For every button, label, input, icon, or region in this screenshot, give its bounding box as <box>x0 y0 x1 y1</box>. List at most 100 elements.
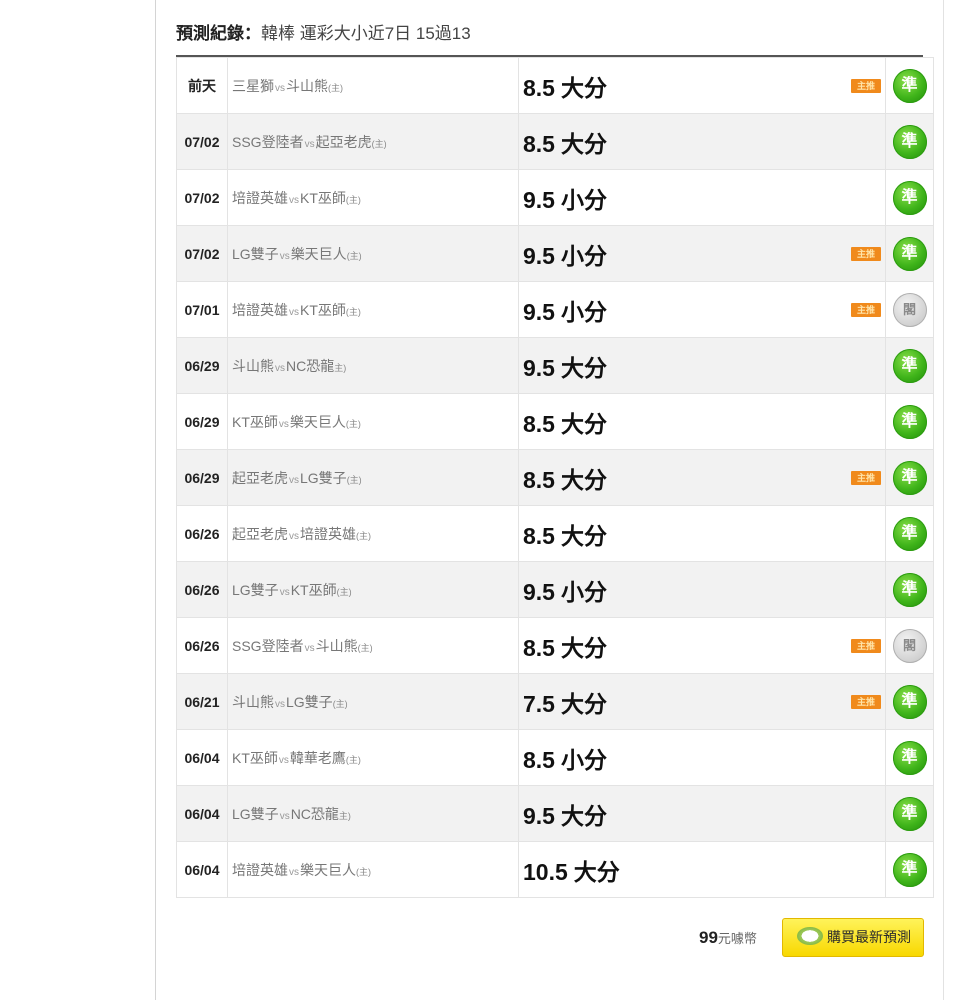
row-result: 準 <box>885 505 934 562</box>
vs-label: vs <box>279 250 290 262</box>
pick-line: 8.5 <box>523 466 555 493</box>
row-pick: 9.5 大分 <box>518 785 886 842</box>
pick-line: 9.5 <box>523 578 555 605</box>
away-team: 起亞老虎 <box>232 525 288 542</box>
table-row: 07/01 培證英雄vsKT巫師(主) 9.5 小分 主推閣 <box>176 281 934 338</box>
table-row: 06/21 斗山熊vsLG雙子(主) 7.5 大分 主推準 <box>176 673 934 730</box>
row-result: 閣 <box>885 281 934 338</box>
home-tag: (主) <box>345 306 361 317</box>
row-result: 準 <box>885 337 934 394</box>
row-result: 準 <box>885 169 934 226</box>
row-date: 06/26 <box>176 561 228 618</box>
row-result: 準 <box>885 673 934 730</box>
row-date: 06/29 <box>176 449 228 506</box>
result-hit-icon: 準 <box>892 516 927 551</box>
content-right-border <box>943 0 944 1000</box>
table-row: 06/04 KT巫師vs韓華老鷹(主) 8.5 小分準 <box>176 729 934 786</box>
vs-label: vs <box>289 530 299 542</box>
row-date: 07/01 <box>176 281 228 338</box>
main-pick-badge: 主推 <box>851 302 881 317</box>
result-hit-icon: 準 <box>892 404 927 439</box>
row-matchup: KT巫師vs樂天巨人(主) <box>227 393 519 450</box>
home-team: KT巫師 <box>300 189 346 206</box>
main-pick-badge: 主推 <box>851 638 881 653</box>
away-team: 培證英雄 <box>232 189 288 206</box>
pick-direction: 大分 <box>560 802 607 829</box>
row-pick: 10.5 大分 <box>518 841 886 898</box>
table-row: 06/26 起亞老虎vs培證英雄(主) 8.5 大分準 <box>176 505 934 562</box>
vs-label: vs <box>289 306 299 318</box>
result-miss-icon: 閣 <box>892 292 927 327</box>
result-hit-icon: 準 <box>892 236 927 271</box>
vs-label: vs <box>275 698 285 710</box>
row-matchup: 斗山熊vsNC恐龍主) <box>227 337 519 394</box>
result-hit-icon: 準 <box>892 852 927 887</box>
vs-label: vs <box>275 82 285 94</box>
pick-direction: 大分 <box>560 690 607 717</box>
vs-label: vs <box>278 418 289 430</box>
home-team: 樂天巨人 <box>290 245 347 262</box>
away-team: LG雙子 <box>232 805 279 822</box>
home-team: 韓華老鷹 <box>289 749 346 766</box>
home-team: NC恐龍 <box>286 357 335 374</box>
heading-label: 預測紀錄： <box>176 24 261 43</box>
pick-direction: 大分 <box>560 522 607 549</box>
home-team: 樂天巨人 <box>300 861 356 878</box>
table-row: 06/29 斗山熊vsNC恐龍主) 9.5 大分準 <box>176 337 934 394</box>
home-tag: 主) <box>334 362 347 373</box>
row-pick: 8.5 大分 主推 <box>518 57 886 114</box>
row-matchup: 培證英雄vsKT巫師(主) <box>227 281 519 338</box>
away-team: LG雙子 <box>232 245 279 262</box>
row-matchup: 培證英雄vsKT巫師(主) <box>227 169 519 226</box>
away-team: 培證英雄 <box>232 861 288 878</box>
home-tag: 主) <box>338 810 351 821</box>
row-date: 06/04 <box>176 729 228 786</box>
table-row: 07/02 SSG登陸者vs起亞老虎(主) 8.5 大分準 <box>176 113 934 170</box>
away-team: 斗山熊 <box>232 357 274 374</box>
row-result: 準 <box>885 393 934 450</box>
result-hit-icon: 準 <box>892 124 927 159</box>
buy-button-label: 購買最新預測 <box>827 929 911 945</box>
row-pick: 7.5 大分 主推 <box>518 673 886 730</box>
vs-label: vs <box>275 362 285 374</box>
away-team: 三星獅 <box>232 77 274 94</box>
pick-line: 9.5 <box>523 242 555 269</box>
row-result: 準 <box>885 561 934 618</box>
table-row: 07/02 培證英雄vsKT巫師(主) 9.5 小分準 <box>176 169 934 226</box>
buy-latest-prediction-button[interactable]: 購買最新預測 <box>782 918 924 957</box>
row-result: 準 <box>885 225 934 282</box>
row-date: 06/29 <box>176 337 228 394</box>
pick-line: 8.5 <box>523 410 555 437</box>
pick-line: 9.5 <box>523 298 555 325</box>
home-tag: (主) <box>357 642 373 653</box>
home-team: 斗山熊 <box>315 637 358 654</box>
pick-line: 8.5 <box>523 74 555 101</box>
row-matchup: SSG登陸者vs斗山熊(主) <box>227 617 519 674</box>
row-matchup: SSG登陸者vs起亞老虎(主) <box>227 113 519 170</box>
away-team: KT巫師 <box>232 749 278 766</box>
table-row: 06/04 培證英雄vs樂天巨人(主) 10.5 大分準 <box>176 841 934 898</box>
pick-direction: 大分 <box>560 634 607 661</box>
pick-direction: 小分 <box>560 746 607 773</box>
result-hit-icon: 準 <box>892 684 927 719</box>
pick-line: 8.5 <box>523 746 555 773</box>
result-hit-icon: 準 <box>892 796 927 831</box>
home-team: LG雙子 <box>286 693 333 710</box>
home-team: 斗山熊 <box>286 77 328 94</box>
vs-label: vs <box>289 866 299 878</box>
row-date: 06/21 <box>176 673 228 730</box>
home-tag: (主) <box>346 250 362 261</box>
pick-direction: 大分 <box>560 354 607 381</box>
pick-line: 9.5 <box>523 354 555 381</box>
home-tag: (主) <box>328 82 343 93</box>
row-result: 準 <box>885 729 934 786</box>
pick-line: 10.5 <box>523 858 568 885</box>
main-pick-badge: 主推 <box>851 470 881 485</box>
pick-line: 9.5 <box>523 802 555 829</box>
row-date: 06/26 <box>176 505 228 562</box>
table-row: 前天 三星獅vs斗山熊(主) 8.5 大分 主推準 <box>176 57 934 114</box>
price: 99元噱幣 <box>699 926 757 950</box>
row-pick: 8.5 小分 <box>518 729 886 786</box>
row-date: 06/04 <box>176 841 228 898</box>
table-row: 06/29 起亞老虎vsLG雙子(主) 8.5 大分 主推準 <box>176 449 934 506</box>
